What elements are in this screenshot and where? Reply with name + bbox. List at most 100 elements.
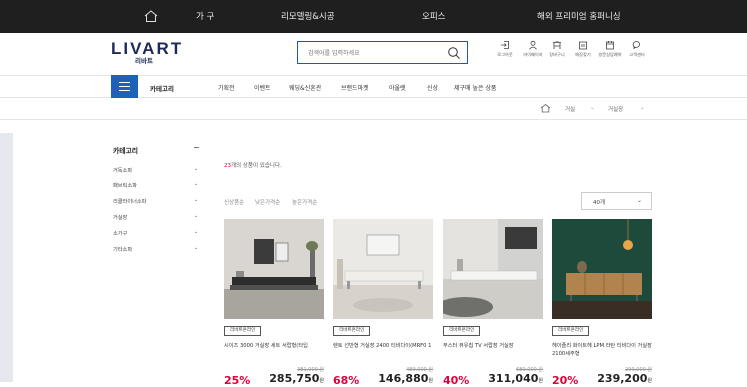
menu-repurchase[interactable]: 제구매 높은 상품 [454,83,496,92]
search-input[interactable] [308,47,438,59]
person-icon [529,40,537,50]
living-room-dark-tv-stand-image[interactable] [224,219,324,319]
category-menu-button[interactable] [111,75,138,98]
sale-price-value: 146,880 [378,372,429,385]
store-finder-button[interactable]: 매장찾기 [570,40,596,58]
category-label[interactable]: 카테고리 [150,83,174,93]
sidebar-item-small-furniture[interactable]: 소가구 [113,230,127,237]
mypage-label: 마이페이지 [523,52,543,57]
cart-icon [553,41,561,49]
chevron-down-icon: ⌄ [636,197,642,204]
breadcrumb-living[interactable]: 거실 [565,105,575,113]
logo-wordmark: LIVART [111,39,184,58]
chevron-down-icon[interactable]: ⌄ [194,166,198,172]
chevron-down-icon[interactable]: ⌄ [194,229,198,235]
discount-rate: 25% [224,374,251,387]
price-unit: 원 [538,378,543,384]
sidebar-item-recliner[interactable]: 리클라이너소파 [113,198,146,205]
chevron-down-icon[interactable]: ⌄ [194,181,198,187]
sale-price-value: 239,200 [597,372,648,385]
product-count-number: 23 [224,163,231,169]
topnav-office[interactable]: 오피스 [422,10,445,22]
sale-price: 239,200원 [597,372,652,385]
topnav-remodeling[interactable]: 리모델링&시공 [281,10,335,22]
topnav-furniture[interactable]: 가 구 [196,10,214,22]
top-navigation-bar: 가 구 리모델링&시공 오피스 해외 프리미엄 홈퍼니싱 [0,0,747,33]
site-logo[interactable]: LIVART 리바트 [111,39,184,66]
menu-brand-market[interactable]: 브랜드마켓 [341,83,369,92]
logout-label: 로그아웃 [497,52,513,57]
chevron-down-icon[interactable]: ⌄ [590,105,595,111]
product-name[interactable]: 렌토 선반형 거실장 2400 티비다이(MRF0 1 [333,342,434,350]
sidebar-item-fabric-sofa[interactable]: 패브릭소파 [113,182,137,189]
per-page-select[interactable]: 40개 ⌄ [581,192,652,210]
visit-booking-label: 방문상담예약 [598,52,622,57]
chat-icon [632,41,640,50]
logout-button[interactable]: 로그아웃 [492,40,518,58]
store-icon [579,41,587,50]
store-badge: 리바트온라인 [224,326,262,336]
mypage-button[interactable]: 마이페이지 [520,40,546,58]
home-icon[interactable] [143,9,159,23]
product-count-text: 개의 상품이 있습니다. [231,163,282,169]
topnav-premium-home[interactable]: 해외 프리미엄 홈퍼니싱 [537,10,621,22]
menu-exhibition[interactable]: 기획전 [218,83,235,92]
breadcrumb [0,98,747,120]
product-name[interactable]: 시이즈 3000 거실장 세트 서랍형(타입 [224,342,325,350]
chevron-down-icon[interactable]: ⌄ [640,105,645,111]
cart-label: 장바구니 [549,52,565,57]
sort-price-low[interactable]: 낮은가격순 [255,198,280,206]
search-box [297,41,468,64]
sale-price-value: 311,040 [488,372,539,385]
hamburger-icon [119,86,130,87]
menu-wedding[interactable]: 웨딩&신혼관 [289,83,321,92]
living-room-green-wall-cabinet-image[interactable] [552,219,652,319]
per-page-value: 40개 [593,200,606,206]
collapse-icon[interactable]: − [193,143,200,152]
logo-korean: 리바트 [135,57,153,65]
discount-rate: 20% [552,374,579,387]
store-finder-label: 매장찾기 [575,52,591,57]
store-badge: 리바트온라인 [443,326,481,336]
hamburger-icon [119,90,130,91]
home-icon[interactable] [540,103,551,113]
discount-rate: 40% [443,374,470,387]
product-name[interactable]: 헤이즐리 화이트헤 LPM 라탄 티비다이 거실장 2100세주형 [552,342,653,358]
price-unit: 원 [428,378,433,384]
sale-price: 146,880원 [378,372,433,385]
breadcrumb-tv-stand[interactable]: 거실장 [608,105,623,113]
product-name[interactable]: 부스터 뷰유칩 TV 서랍장 거실장 [443,342,544,350]
login-icon [501,41,509,49]
menu-outlet[interactable]: 아울렛 [389,83,406,92]
discount-rate: 68% [333,374,360,387]
menu-event[interactable]: 이벤트 [254,83,271,92]
sidebar-title: 카테고리 [113,147,139,155]
customer-center-label: 고객센터 [629,52,645,57]
product-count: 23개의 상품이 있습니다. [224,161,282,169]
sidebar-item-tv-stand[interactable]: 거실장 [113,214,127,221]
sale-price: 285,750원 [269,372,324,385]
sale-price-value: 285,750 [269,372,320,385]
sidebar-item-other-sofa[interactable]: 기타소파 [113,246,132,253]
left-side-strip [0,133,13,382]
living-room-white-tv-stand-image[interactable] [333,219,433,319]
sort-price-high[interactable]: 높은가격순 [292,198,317,206]
store-badge: 리바트온라인 [552,326,590,336]
price-unit: 원 [647,378,652,384]
search-icon[interactable] [447,46,461,60]
calendar-icon [606,41,614,50]
chevron-down-icon[interactable]: ⌄ [194,213,198,219]
chevron-down-icon[interactable]: ⌄ [194,245,198,251]
cart-button[interactable]: 장바구니 [544,40,570,58]
store-badge: 리바트온라인 [333,326,371,336]
customer-center-button[interactable]: 고객센터 [624,40,650,58]
menu-new[interactable]: 신상 [427,83,438,92]
sort-newest[interactable]: 신상품순 [224,198,244,206]
price-unit: 원 [319,378,324,384]
living-room-long-white-stand-image[interactable] [443,219,543,319]
hamburger-icon [119,82,130,83]
chevron-down-icon[interactable]: ⌄ [194,197,198,203]
sale-price: 311,040원 [488,372,543,385]
sidebar-item-leather-sofa[interactable]: 거독소파 [113,167,132,174]
visit-booking-button[interactable]: 방문상담예약 [597,40,623,58]
